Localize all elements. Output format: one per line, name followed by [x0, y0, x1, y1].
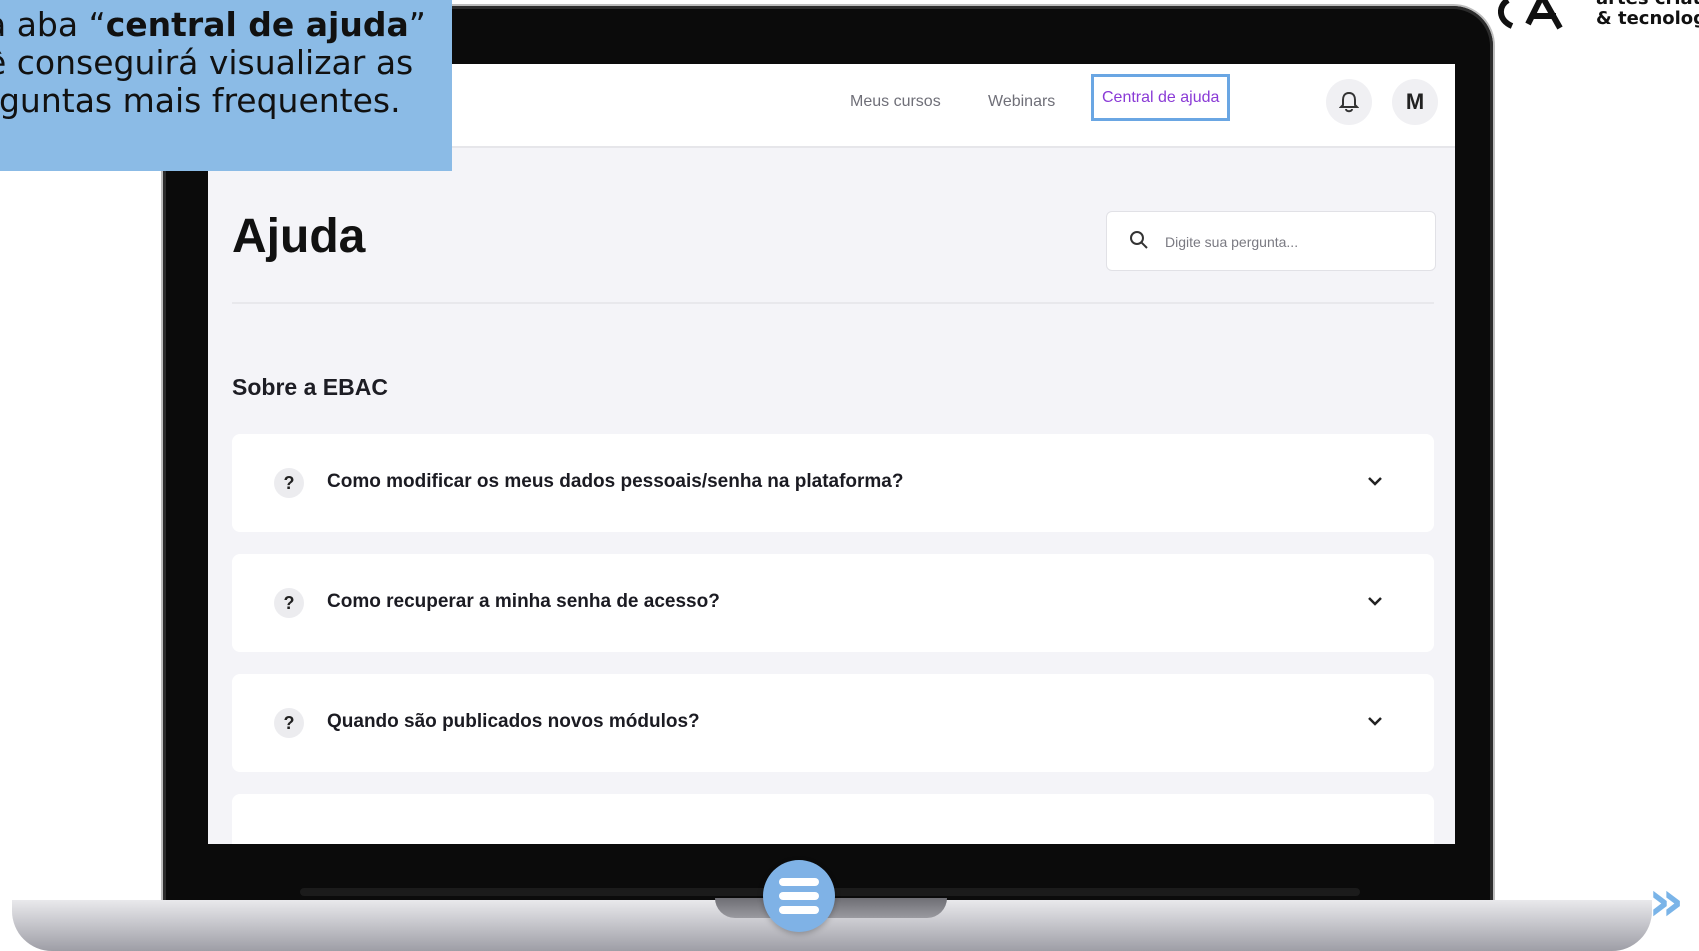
question-badge-icon: ?	[274, 588, 304, 618]
instruction-line2: ê conseguirá visualizar as	[0, 43, 414, 82]
faq-item-partial[interactable]	[232, 794, 1434, 844]
hamburger-menu-icon-bar	[779, 906, 819, 914]
logo-mark-icon	[1498, 0, 1563, 30]
search-box[interactable]	[1106, 211, 1436, 271]
hamburger-menu-icon-bar	[779, 892, 819, 900]
section-title: Sobre a EBAC	[232, 374, 388, 400]
hamburger-menu-icon	[779, 878, 819, 886]
instruction-line1-pre: a aba “	[0, 5, 106, 44]
search-icon	[1130, 231, 1148, 249]
faq-item[interactable]: ? Quando são publicados novos módulos?	[232, 674, 1434, 772]
page-title: Ajuda	[232, 210, 366, 263]
chevron-down-icon[interactable]	[1366, 594, 1384, 608]
question-badge-icon: ?	[274, 468, 304, 498]
chevron-down-icon[interactable]	[1366, 714, 1384, 728]
instruction-line1-bold: central de ajuda	[105, 5, 409, 44]
logo-text-line2: & tecnologi	[1596, 8, 1699, 29]
faq-item[interactable]: ? Como modificar os meus dados pessoais/…	[232, 434, 1434, 532]
question-badge-icon: ?	[274, 708, 304, 738]
faq-question: Quando são publicados novos módulos?	[327, 711, 700, 732]
bell-icon	[1338, 91, 1360, 113]
instruction-line3: rguntas mais frequentes.	[0, 81, 401, 120]
search-input[interactable]	[1163, 229, 1417, 255]
chevron-down-icon[interactable]	[1366, 474, 1384, 488]
header-divider	[232, 302, 1434, 304]
faq-question: Como recuperar a minha senha de acesso?	[327, 591, 720, 612]
instruction-banner: a aba “central de ajuda” ê conseguirá vi…	[0, 0, 452, 171]
nav-webinars[interactable]: Webinars	[988, 93, 1055, 111]
double-chevron-right-icon[interactable]: »	[1648, 874, 1684, 930]
ebac-logo: artes criati & tecnologi	[1498, 0, 1699, 36]
laptop-screen: Meus cursos Webinars Central de ajuda M …	[208, 64, 1455, 844]
user-avatar[interactable]: M	[1392, 79, 1438, 125]
nav-meus-cursos[interactable]: Meus cursos	[850, 93, 941, 111]
faq-item[interactable]: ? Como recuperar a minha senha de acesso…	[232, 554, 1434, 652]
notifications-button[interactable]	[1326, 79, 1372, 125]
faq-question: Como modificar os meus dados pessoais/se…	[327, 471, 904, 492]
nav-central-de-ajuda[interactable]: Central de ajuda	[1091, 74, 1231, 121]
menu-button[interactable]	[763, 860, 835, 932]
instruction-line1-post: ”	[408, 5, 426, 44]
instruction-text: a aba “central de ajuda” ê conseguirá vi…	[0, 6, 446, 120]
